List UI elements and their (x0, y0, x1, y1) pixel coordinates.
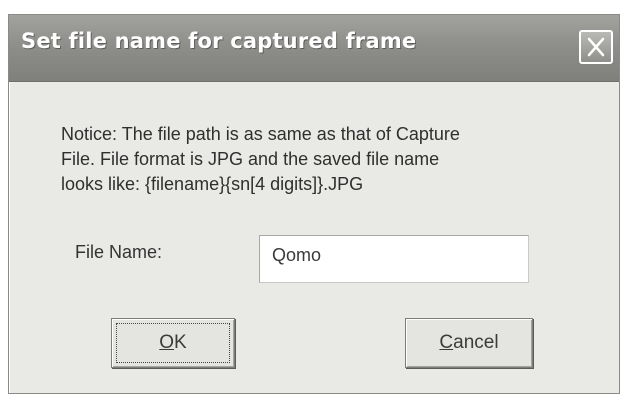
title-bar[interactable]: Set file name for captured frame (9, 15, 619, 82)
close-button[interactable] (579, 30, 613, 64)
file-name-label: File Name: (75, 242, 163, 262)
notice-line: Notice: The file path is as same as that… (61, 124, 460, 144)
notice-text: Notice: The file path is as same as that… (61, 122, 601, 197)
cancel-label-rest: ancel (453, 332, 499, 353)
notice-line: File. File format is JPG and the saved f… (61, 149, 440, 169)
notice-line: looks like: {filename}{sn[4 digits]}.JPG (61, 174, 364, 194)
ok-mnemonic: O (159, 332, 175, 353)
ok-label-rest: K (174, 332, 187, 353)
dialog-title: Set file name for captured frame (21, 29, 417, 53)
set-file-name-dialog: Set file name for captured frame Notice:… (8, 14, 620, 394)
cancel-mnemonic: C (439, 332, 454, 353)
cancel-button-label: Cancel (406, 332, 532, 354)
file-name-input[interactable] (259, 235, 529, 283)
dialog-content: Notice: The file path is as same as that… (9, 82, 619, 393)
close-icon (587, 37, 605, 57)
cancel-button[interactable]: Cancel (405, 318, 533, 368)
ok-button-label: OK (112, 332, 234, 354)
ok-button[interactable]: OK (111, 318, 235, 368)
